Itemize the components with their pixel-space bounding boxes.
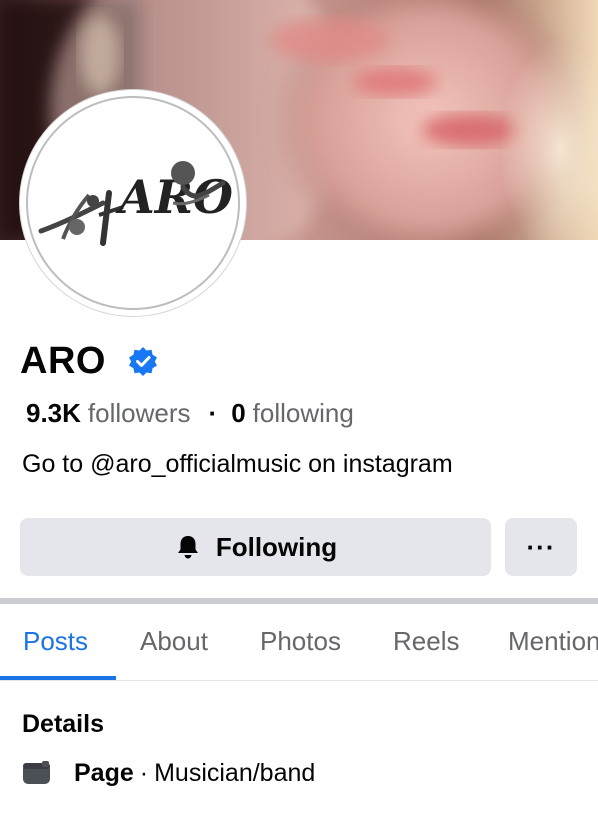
more-options-icon: ··· <box>526 531 556 562</box>
bell-icon <box>174 533 202 561</box>
name-row: ARO <box>20 336 158 386</box>
page-category: Musician/band <box>154 758 316 787</box>
page-icon <box>22 760 52 786</box>
profile-bio: Go to @aro_officialmusic on instagram <box>22 450 453 478</box>
tab-about[interactable]: About <box>140 604 208 680</box>
stats-separator: · <box>208 398 218 428</box>
following-label[interactable]: following <box>253 398 354 429</box>
detail-separator: · <box>139 758 149 787</box>
profile-tabs: Posts About Photos Reels Mentions <box>0 604 598 681</box>
active-tab-indicator <box>0 676 116 680</box>
followers-count[interactable]: 9.3K <box>26 398 81 429</box>
page-type-label: Page <box>74 758 134 787</box>
verified-badge-icon <box>128 346 158 376</box>
tab-reels[interactable]: Reels <box>393 604 459 680</box>
tab-mentions[interactable]: Mentions <box>508 604 598 680</box>
following-button-label: Following <box>215 531 338 562</box>
avatar-logo: ARO <box>26 96 240 310</box>
detail-row-page-type: Page · Musician/band <box>22 756 315 790</box>
page-name: ARO <box>20 339 106 382</box>
following-count[interactable]: 0 <box>231 398 245 429</box>
following-button[interactable]: Following <box>20 518 491 576</box>
followers-label[interactable]: followers <box>88 398 191 429</box>
details-heading: Details <box>22 710 104 738</box>
tab-posts[interactable]: Posts <box>23 604 88 680</box>
more-options-button[interactable]: ··· <box>505 518 577 576</box>
profile-stats: 9.3K followers · 0 following <box>26 398 354 429</box>
profile-avatar[interactable]: ARO <box>20 90 246 316</box>
tab-photos[interactable]: Photos <box>260 604 341 680</box>
